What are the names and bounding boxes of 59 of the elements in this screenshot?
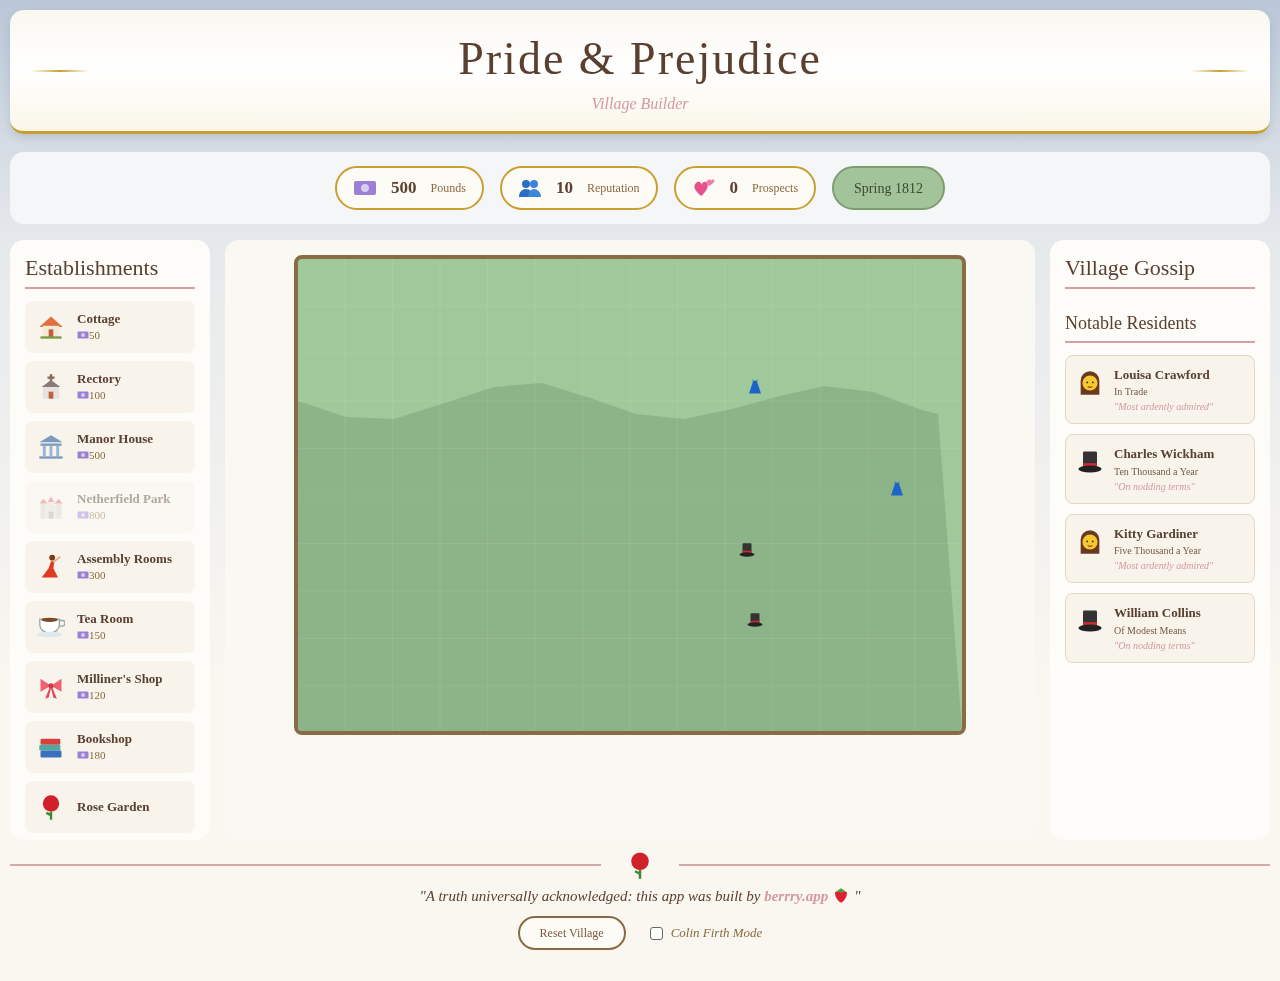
establishment-name: Cottage [77,311,121,327]
stat-label: Pounds [430,180,466,197]
checkbox-label: Colin Firth Mode [670,924,763,943]
establishment-item[interactable]: Milliner's Shop 120 [25,661,195,714]
resident-standing: Five Thousand a Year [1114,544,1203,559]
resident-opinion: "On nodding terms" [1114,639,1196,653]
establishment-item[interactable]: Bookshop 180 [25,721,195,774]
establishment-item[interactable]: Rectory 100 [25,361,195,414]
reset-button[interactable]: Reset Village [517,916,626,950]
stat-value: 0 [729,177,739,200]
resident-standing: Ten Thousand a Year [1114,465,1200,479]
establishment-cost: 100 [89,387,106,403]
establishment-cost: 50 [89,327,100,343]
establishment-name: Assembly Rooms [77,551,172,567]
establishment-cost: 150 [89,627,106,643]
establishment-cost: 120 [89,687,106,703]
establishment-cost: 800 [89,507,106,523]
resident-name: Charles Wickham [1114,445,1215,464]
app-title: Pride & Prejudice [458,36,822,82]
establishment-name: Tea Room [77,611,134,627]
establishment-item[interactable]: Rose Garden [25,781,195,834]
panel-heading: Village Gossip [1065,255,1255,290]
resident-name: Louisa Crawford [1114,366,1211,384]
resident-opinion: "On nodding terms" [1114,480,1196,494]
flourish-line [30,70,90,72]
app-subtitle: Village Builder [590,94,690,115]
establishment-name: Netherfield Park [77,491,171,507]
top-hat-icon [746,611,764,629]
establishment-item[interactable]: Cottage 50 [25,301,195,354]
top-hat-icon [738,541,756,559]
establishment-item[interactable]: Tea Room 150 [25,601,195,654]
establishment-item[interactable]: Manor House 500 [25,421,195,474]
stat-value: 10 [555,177,573,200]
establishment-name: Bookshop [77,731,132,747]
establishment-name: Rose Garden [77,799,150,815]
teacup-icon [37,616,65,638]
establishment-cost: 500 [89,447,106,463]
establishment-cost: 300 [89,567,106,583]
resident-opinion: "Most ardently admired" [1114,400,1214,415]
resident-name: Kitty Gardiner [1114,525,1200,543]
stat-label: Prospects [752,180,799,197]
footer-quote: "A truth universally acknowledged: this app was built by berrry.app " [419,888,861,904]
establishment-cost: 180 [89,747,106,763]
establishment-item[interactable]: Assembly Rooms 300 [25,541,195,594]
resident-standing: In Trade [1114,385,1149,400]
resident-standing: Of Modest Means [1114,624,1188,638]
checkbox[interactable] [649,926,663,940]
season-badge: Spring 1812 [832,166,945,210]
stat-value: 500 [391,177,417,200]
section-heading: Notable Residents [1065,313,1255,343]
establishment-name: Milliner's Shop [77,671,163,687]
flourish-line [1190,70,1250,72]
stat-label: Reputation [586,180,640,197]
establishment-name: Rectory [77,371,122,387]
resident-name: William Collins [1114,604,1201,623]
panel-heading: Establishments [25,255,195,290]
columns-icon [37,433,65,462]
resident-opinion: "Most ardently admired" [1114,559,1214,574]
establishment-name: Manor House [77,431,153,447]
